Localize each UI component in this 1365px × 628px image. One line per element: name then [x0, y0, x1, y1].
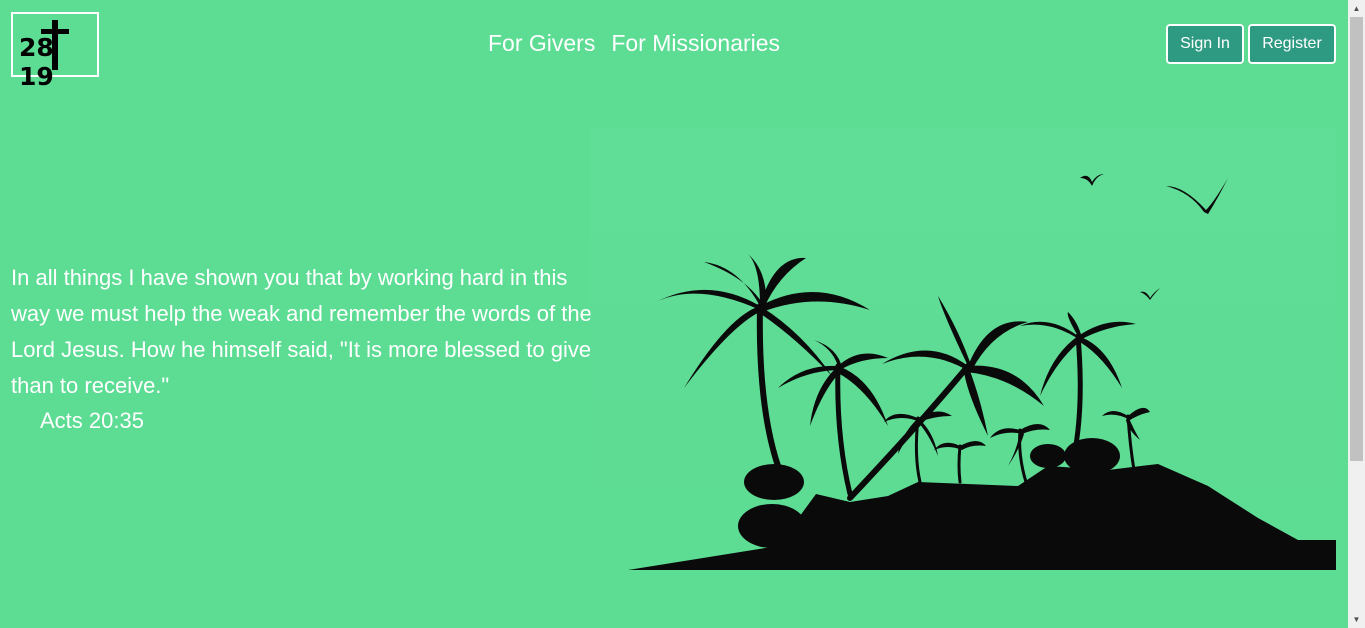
logo-right-number: 19 — [19, 62, 54, 91]
register-button[interactable]: Register — [1248, 24, 1336, 64]
page: 2819 For Givers For Missionaries Sign In… — [0, 0, 1348, 628]
scroll-up-arrow-icon[interactable]: ▲ — [1348, 0, 1365, 17]
logo-left-number: 28 — [19, 33, 54, 62]
sign-in-button[interactable]: Sign In — [1166, 24, 1244, 64]
auth-buttons: Sign In Register — [1166, 24, 1336, 64]
logo-text: 2819 — [19, 33, 97, 91]
scroll-down-arrow-icon[interactable]: ▼ — [1348, 611, 1365, 628]
nav-for-givers[interactable]: For Givers — [488, 30, 595, 57]
main-nav: For Givers For Missionaries — [488, 30, 780, 57]
bible-reference: Acts 20:35 — [40, 408, 144, 433]
nav-for-missionaries[interactable]: For Missionaries — [611, 30, 780, 57]
scrollbar-thumb[interactable] — [1350, 17, 1363, 461]
bible-quote: In all things I have shown you that by w… — [11, 265, 592, 398]
palm-island-illustration — [590, 128, 1336, 570]
logo[interactable]: 2819 — [11, 12, 99, 91]
vertical-scrollbar[interactable]: ▲ ▼ — [1348, 0, 1365, 628]
